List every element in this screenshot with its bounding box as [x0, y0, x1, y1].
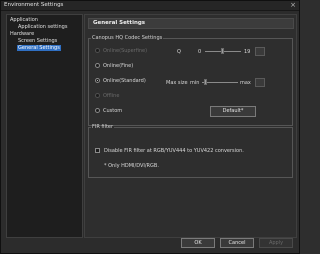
- radio-button[interactable]: [95, 63, 100, 68]
- fir-note: * Only HDMI/DVI/RGB.: [104, 163, 159, 169]
- radio-button[interactable]: [95, 93, 100, 98]
- radio-label: Online(Standard): [103, 77, 146, 84]
- radio-label: Online(Superfine): [103, 47, 148, 54]
- window-title: Environment Settings: [4, 2, 64, 8]
- radio-button[interactable]: [95, 108, 100, 113]
- radio-label: Custom: [103, 107, 123, 114]
- max-size-max-label: max: [240, 80, 251, 86]
- q-min-label: 0: [198, 49, 202, 55]
- max-size-min-label: min: [190, 80, 200, 86]
- max-size-label: Max size: [166, 80, 188, 86]
- panel-title: General Settings: [93, 20, 146, 26]
- radio-button-selected[interactable]: [95, 78, 100, 83]
- radio-online-superfine[interactable]: Online(Superfine): [95, 47, 147, 54]
- max-size-value-box[interactable]: [255, 78, 265, 87]
- codec-settings-group: Canopus HQ Codec Settings Online(Superfi…: [88, 36, 293, 126]
- environment-settings-window: Environment Settings × Application Appli…: [0, 0, 300, 254]
- radio-label: Online(Fine): [103, 62, 134, 69]
- tree-item-application[interactable]: Application: [9, 17, 39, 23]
- radio-offline[interactable]: Offline: [95, 92, 119, 99]
- settings-tree: Application Application settings Hardwar…: [6, 14, 83, 238]
- tree-item-hardware[interactable]: Hardware: [9, 31, 35, 37]
- disable-fir-label: Disable FIR filter at RGB/YUV444 to YUV4…: [104, 148, 244, 154]
- cancel-button[interactable]: Cancel: [220, 238, 254, 248]
- tree-item-application-settings[interactable]: Application settings: [17, 24, 68, 30]
- radio-online-standard[interactable]: Online(Standard): [95, 77, 146, 84]
- disable-fir-checkbox[interactable]: [95, 148, 100, 153]
- q-max-label: 19: [244, 49, 251, 55]
- q-slider-thumb[interactable]: [221, 48, 224, 54]
- close-icon[interactable]: ×: [289, 2, 297, 9]
- radio-label: Offline: [103, 92, 120, 99]
- codec-settings-legend: Canopus HQ Codec Settings: [92, 35, 163, 41]
- max-size-slider-track[interactable]: [202, 82, 238, 83]
- tree-item-screen-settings[interactable]: Screen Settings: [17, 38, 58, 44]
- q-value-box[interactable]: [255, 47, 265, 56]
- max-size-slider-thumb[interactable]: [204, 79, 207, 85]
- panel-header: General Settings: [88, 18, 294, 29]
- tree-item-general-settings[interactable]: General Settings: [17, 45, 61, 51]
- apply-button[interactable]: Apply: [259, 238, 293, 248]
- fir-filter-legend: FIR filter: [92, 124, 114, 130]
- settings-content-panel: General Settings Canopus HQ Codec Settin…: [84, 14, 297, 238]
- fir-filter-group: FIR filter Disable FIR filter at RGB/YUV…: [88, 125, 293, 178]
- radio-custom[interactable]: Custom: [95, 107, 122, 114]
- radio-online-fine[interactable]: Online(Fine): [95, 62, 133, 69]
- q-label: Q: [177, 49, 181, 55]
- radio-button[interactable]: [95, 48, 100, 53]
- default-button[interactable]: Default*: [210, 106, 256, 117]
- ok-button[interactable]: OK: [181, 238, 215, 248]
- title-bar: Environment Settings ×: [1, 1, 299, 11]
